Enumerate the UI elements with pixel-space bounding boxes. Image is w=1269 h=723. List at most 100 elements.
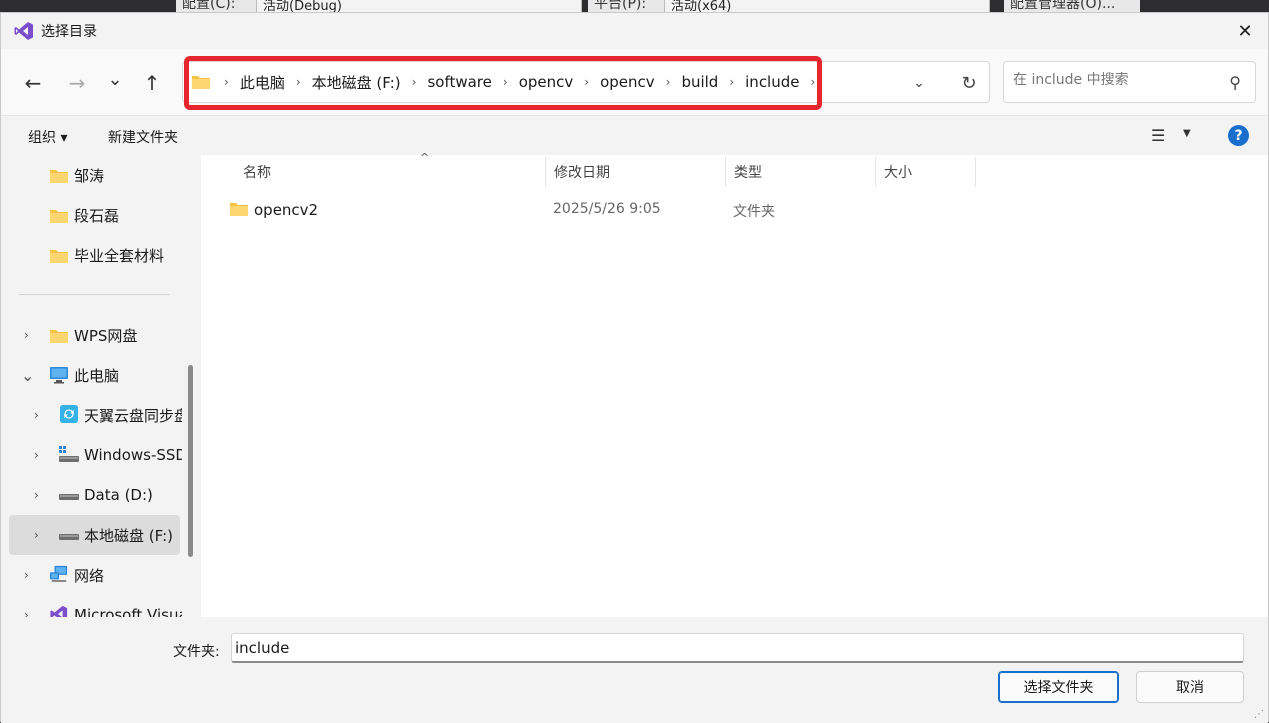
- search-input[interactable]: [1013, 72, 1213, 88]
- visual-studio-icon: [50, 605, 68, 617]
- chevron-right-icon[interactable]: ›: [24, 608, 29, 617]
- sidebar-item-label: 本地磁盘 (F:): [84, 526, 173, 545]
- pc-icon: [50, 367, 68, 384]
- address-bar[interactable]: › 此电脑 › 本地磁盘 (F:) › software › opencv › …: [182, 61, 990, 103]
- visual-studio-icon: [14, 22, 33, 40]
- sidebar-item-this-pc[interactable]: ⌄ 此电脑: [1, 355, 182, 395]
- chevron-right-icon[interactable]: ›: [24, 568, 29, 582]
- column-header-modified[interactable]: 修改日期: [546, 157, 726, 187]
- config-label: 配置(C):: [176, 0, 256, 12]
- chevron-down-icon[interactable]: ⌄: [21, 366, 34, 385]
- chevron-right-icon[interactable]: ›: [412, 75, 417, 89]
- resize-grip-icon[interactable]: ⋰: [1254, 709, 1264, 720]
- column-header-label: 大小: [884, 165, 912, 181]
- sidebar-item-drive-f[interactable]: › 本地磁盘 (F:): [9, 515, 180, 555]
- title-bar: 选择目录 ✕: [1, 13, 1268, 49]
- breadcrumb-item-software[interactable]: software: [427, 73, 491, 91]
- arrow-up-icon: ↑: [143, 71, 161, 95]
- file-list: 名称 ^ 修改日期 类型 大小 opencv2 2025/5/26 9:05 文…: [201, 151, 1268, 617]
- breadcrumb-item-opencv[interactable]: opencv: [519, 73, 574, 91]
- folder-icon: [230, 203, 248, 216]
- sidebar-item-label: Data (D:): [84, 486, 153, 504]
- arrow-left-icon: ←: [24, 71, 42, 95]
- file-name: opencv2: [254, 201, 319, 219]
- recent-locations-button[interactable]: ⌄: [101, 65, 129, 93]
- chevron-right-icon[interactable]: ›: [34, 528, 39, 542]
- select-folder-button[interactable]: 选择文件夹: [998, 671, 1119, 703]
- breadcrumb-item-this-pc[interactable]: 此电脑: [240, 72, 285, 93]
- sidebar-item-quick-1[interactable]: 邹涛: [1, 155, 182, 195]
- breadcrumb-item-drive-f[interactable]: 本地磁盘 (F:): [312, 72, 401, 93]
- chevron-right-icon[interactable]: ›: [34, 488, 39, 502]
- folder-icon: [50, 210, 68, 223]
- view-options-icon[interactable]: ☰: [1151, 126, 1165, 145]
- sync-icon: [60, 405, 78, 423]
- chevron-right-icon[interactable]: ›: [729, 75, 734, 89]
- drive-icon: [59, 494, 79, 500]
- sidebar-item-label: 邹涛: [74, 166, 105, 185]
- sidebar-item-network[interactable]: › 网络: [1, 555, 182, 595]
- chevron-right-icon[interactable]: ›: [584, 75, 589, 89]
- back-button[interactable]: ←: [19, 69, 47, 97]
- select-directory-dialog: 选择目录 ✕ ← → ⌄ ↑ › 此电脑 › 本地磁盘 (F:) › softw…: [0, 12, 1269, 723]
- sidebar-item-data-d[interactable]: › Data (D:): [1, 475, 182, 515]
- sidebar-scrollbar-thumb[interactable]: [188, 365, 193, 557]
- file-type: 文件夹: [733, 204, 775, 220]
- column-header-name[interactable]: 名称 ^: [235, 151, 546, 187]
- breadcrumb-item-build[interactable]: build: [681, 73, 718, 91]
- dialog-footer: 文件夹: 选择文件夹 取消 ⋰: [1, 617, 1268, 723]
- folder-icon: [50, 330, 68, 343]
- up-button[interactable]: ↑: [138, 69, 166, 97]
- refresh-button[interactable]: ↻: [953, 70, 985, 96]
- folder-name-input[interactable]: [231, 633, 1244, 663]
- sidebar-item-label: 毕业全套材料: [74, 246, 165, 265]
- organize-button[interactable]: 组织 ▾: [28, 127, 67, 147]
- close-button[interactable]: ✕: [1222, 13, 1268, 49]
- search-box[interactable]: ⚲: [1003, 61, 1256, 103]
- column-header-size[interactable]: 大小: [876, 157, 976, 187]
- folder-icon: [50, 170, 68, 183]
- address-history-button[interactable]: ⌄: [903, 70, 935, 96]
- cancel-button[interactable]: 取消: [1136, 671, 1244, 703]
- network-icon: [50, 565, 68, 582]
- platform-label: 平台(P):: [588, 0, 664, 12]
- sidebar-item-visual-studio[interactable]: › Microsoft Visual Studio: [1, 595, 182, 617]
- new-folder-button[interactable]: 新建文件夹: [108, 127, 178, 147]
- sidebar-item-windows-ssd[interactable]: › Windows-SSD: [1, 435, 182, 475]
- folder-icon: [50, 250, 68, 263]
- sidebar-item-quick-2[interactable]: 段石磊: [1, 195, 182, 235]
- help-button[interactable]: ?: [1228, 125, 1249, 146]
- config-manager-button[interactable]: 配置管理器(O)...: [1004, 0, 1140, 12]
- forward-button[interactable]: →: [63, 69, 91, 97]
- chevron-right-icon[interactable]: ›: [24, 328, 29, 342]
- breadcrumb: › 此电脑 › 本地磁盘 (F:) › software › opencv › …: [191, 62, 826, 102]
- sidebar-item-wps[interactable]: › WPS网盘: [1, 315, 182, 355]
- drive-icon: [59, 446, 79, 462]
- column-header-type[interactable]: 类型: [726, 157, 876, 187]
- dialog-title: 选择目录: [41, 24, 97, 40]
- chevron-right-icon[interactable]: ›: [296, 75, 301, 89]
- folder-label: 文件夹:: [173, 644, 220, 660]
- chevron-down-icon[interactable]: ▼: [1183, 128, 1191, 139]
- breadcrumb-item-include[interactable]: include: [745, 73, 799, 91]
- chevron-right-icon[interactable]: ›: [34, 408, 39, 422]
- help-icon: ?: [1234, 127, 1243, 144]
- chevron-down-icon: ⌄: [913, 75, 925, 91]
- chevron-right-icon[interactable]: ›: [811, 75, 816, 89]
- sidebar-item-quick-3[interactable]: 毕业全套材料: [1, 235, 182, 275]
- chevron-right-icon[interactable]: ›: [503, 75, 508, 89]
- sidebar-item-label: 网络: [74, 566, 105, 585]
- search-icon[interactable]: ⚲: [1229, 73, 1241, 92]
- sidebar-item-label: 段石磊: [74, 206, 120, 225]
- chevron-right-icon[interactable]: ›: [34, 448, 39, 462]
- navigation-pane: 邹涛 段石磊 毕业全套材料 › WPS网盘 ⌄ 此电脑 › 天翼云盘同步盘 ›: [1, 155, 182, 617]
- chevron-down-icon: ⌄: [107, 68, 123, 90]
- chevron-right-icon[interactable]: ›: [666, 75, 671, 89]
- drive-icon: [59, 534, 79, 540]
- breadcrumb-item-opencv-inner[interactable]: opencv: [600, 73, 655, 91]
- sidebar-item-tianyi-cloud[interactable]: › 天翼云盘同步盘: [1, 395, 182, 435]
- sidebar-item-label: Microsoft Visual Studio: [74, 606, 182, 617]
- file-modified: 2025/5/26 9:05: [553, 201, 661, 217]
- sidebar-item-label: 天翼云盘同步盘: [84, 406, 182, 425]
- sidebar-divider: [19, 294, 170, 295]
